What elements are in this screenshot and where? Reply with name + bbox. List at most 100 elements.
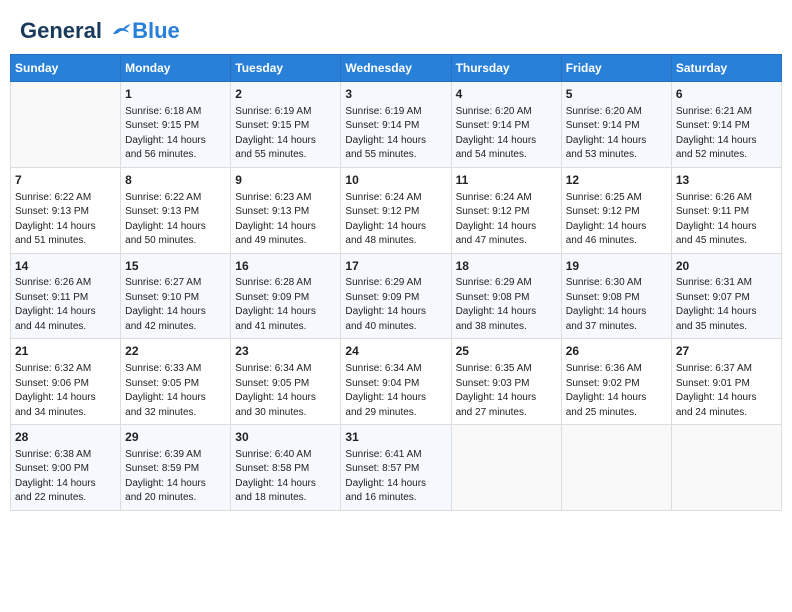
- logo-general: General: [20, 18, 132, 44]
- day-number: 29: [125, 429, 226, 446]
- calendar-cell: 15Sunrise: 6:27 AMSunset: 9:10 PMDayligh…: [121, 253, 231, 339]
- day-info: Sunrise: 6:25 AMSunset: 9:12 PMDaylight:…: [566, 191, 667, 249]
- day-number: 4: [456, 86, 557, 103]
- page-header: General Blue: [10, 10, 782, 48]
- day-info: Sunrise: 6:22 AMSunset: 9:13 PMDaylight:…: [15, 191, 116, 249]
- calendar-cell: 31 Sunrise: 6:41 AMSunset: 8:57 PMDayligh…: [341, 425, 451, 511]
- day-info: Sunrise: 6:38 AMSunset: 9:00 PMDaylight:…: [15, 448, 116, 506]
- calendar-cell: [561, 425, 671, 511]
- calendar-cell: 29 Sunrise: 6:39 AMSunset: 8:59 PMDayligh…: [121, 425, 231, 511]
- day-info: Sunrise: 6:26 AMSunset: 9:11 PMDaylight:…: [15, 276, 116, 334]
- calendar-cell: 14Sunrise: 6:26 AMSunset: 9:11 PMDayligh…: [11, 253, 121, 339]
- day-number: 7: [15, 172, 116, 189]
- weekday-header: Monday: [121, 55, 231, 82]
- calendar-cell: 8 Sunrise: 6:22 AMSunset: 9:13 PMDaylight…: [121, 167, 231, 253]
- day-info: Sunrise: 6:34 AMSunset: 9:05 PMDaylight:…: [235, 362, 336, 420]
- day-number: 6: [676, 86, 777, 103]
- calendar-cell: 4 Sunrise: 6:20 AMSunset: 9:14 PMDaylight…: [451, 82, 561, 168]
- calendar-cell: [11, 82, 121, 168]
- day-info: Sunrise: 6:18 AMSunset: 9:15 PMDaylight:…: [125, 105, 226, 163]
- day-number: 21: [15, 343, 116, 360]
- calendar-cell: 21 Sunrise: 6:32 AMSunset: 9:06 PMDayligh…: [11, 339, 121, 425]
- day-info: Sunrise: 6:20 AMSunset: 9:14 PMDaylight:…: [566, 105, 667, 163]
- day-number: 23: [235, 343, 336, 360]
- calendar-cell: 25 Sunrise: 6:35 AMSunset: 9:03 PMDayligh…: [451, 339, 561, 425]
- day-info: Sunrise: 6:39 AMSunset: 8:59 PMDaylight:…: [125, 448, 226, 506]
- calendar-cell: 16Sunrise: 6:28 AMSunset: 9:09 PMDayligh…: [231, 253, 341, 339]
- calendar-cell: 17Sunrise: 6:29 AMSunset: 9:09 PMDayligh…: [341, 253, 451, 339]
- weekday-header: Tuesday: [231, 55, 341, 82]
- day-info: Sunrise: 6:26 AMSunset: 9:11 PMDaylight:…: [676, 191, 777, 249]
- day-number: 16: [235, 258, 336, 275]
- day-number: 17: [345, 258, 446, 275]
- day-number: 26: [566, 343, 667, 360]
- day-number: 25: [456, 343, 557, 360]
- calendar-cell: 13 Sunrise: 6:26 AMSunset: 9:11 PMDayligh…: [671, 167, 781, 253]
- calendar-cell: 26 Sunrise: 6:36 AMSunset: 9:02 PMDayligh…: [561, 339, 671, 425]
- day-info: Sunrise: 6:30 AMSunset: 9:08 PMDaylight:…: [566, 276, 667, 334]
- calendar-cell: 12 Sunrise: 6:25 AMSunset: 9:12 PMDayligh…: [561, 167, 671, 253]
- calendar-body: 1 Sunrise: 6:18 AMSunset: 9:15 PMDaylight…: [11, 82, 782, 511]
- calendar-cell: 24 Sunrise: 6:34 AMSunset: 9:04 PMDayligh…: [341, 339, 451, 425]
- weekday-header: Wednesday: [341, 55, 451, 82]
- calendar-cell: [451, 425, 561, 511]
- calendar-cell: 10Sunrise: 6:24 AMSunset: 9:12 PMDayligh…: [341, 167, 451, 253]
- day-number: 22: [125, 343, 226, 360]
- day-info: Sunrise: 6:31 AMSunset: 9:07 PMDaylight:…: [676, 276, 777, 334]
- day-info: Sunrise: 6:40 AMSunset: 8:58 PMDaylight:…: [235, 448, 336, 506]
- day-info: Sunrise: 6:27 AMSunset: 9:10 PMDaylight:…: [125, 276, 226, 334]
- day-info: Sunrise: 6:21 AMSunset: 9:14 PMDaylight:…: [676, 105, 777, 163]
- calendar-cell: 30 Sunrise: 6:40 AMSunset: 8:58 PMDayligh…: [231, 425, 341, 511]
- calendar-cell: 23 Sunrise: 6:34 AMSunset: 9:05 PMDayligh…: [231, 339, 341, 425]
- calendar-cell: 19Sunrise: 6:30 AMSunset: 9:08 PMDayligh…: [561, 253, 671, 339]
- logo-bird-icon: [110, 20, 132, 38]
- weekday-header: Friday: [561, 55, 671, 82]
- day-number: 2: [235, 86, 336, 103]
- day-number: 19: [566, 258, 667, 275]
- calendar-cell: 22 Sunrise: 6:33 AMSunset: 9:05 PMDayligh…: [121, 339, 231, 425]
- calendar-cell: 11Sunrise: 6:24 AMSunset: 9:12 PMDayligh…: [451, 167, 561, 253]
- day-info: Sunrise: 6:22 AMSunset: 9:13 PMDaylight:…: [125, 191, 226, 249]
- logo-blue: Blue: [132, 18, 180, 44]
- day-info: Sunrise: 6:23 AMSunset: 9:13 PMDaylight:…: [235, 191, 336, 249]
- day-info: Sunrise: 6:33 AMSunset: 9:05 PMDaylight:…: [125, 362, 226, 420]
- calendar-cell: 20Sunrise: 6:31 AMSunset: 9:07 PMDayligh…: [671, 253, 781, 339]
- day-info: Sunrise: 6:20 AMSunset: 9:14 PMDaylight:…: [456, 105, 557, 163]
- calendar-cell: 2 Sunrise: 6:19 AMSunset: 9:15 PMDaylight…: [231, 82, 341, 168]
- calendar-cell: 5 Sunrise: 6:20 AMSunset: 9:14 PMDaylight…: [561, 82, 671, 168]
- calendar-cell: 18Sunrise: 6:29 AMSunset: 9:08 PMDayligh…: [451, 253, 561, 339]
- weekday-header: Thursday: [451, 55, 561, 82]
- day-number: 31: [345, 429, 446, 446]
- day-number: 8: [125, 172, 226, 189]
- weekday-header: Sunday: [11, 55, 121, 82]
- calendar-cell: [671, 425, 781, 511]
- calendar-cell: 6 Sunrise: 6:21 AMSunset: 9:14 PMDaylight…: [671, 82, 781, 168]
- day-info: Sunrise: 6:35 AMSunset: 9:03 PMDaylight:…: [456, 362, 557, 420]
- day-number: 9: [235, 172, 336, 189]
- day-info: Sunrise: 6:19 AMSunset: 9:15 PMDaylight:…: [235, 105, 336, 163]
- calendar-table: SundayMondayTuesdayWednesdayThursdayFrid…: [10, 54, 782, 511]
- day-number: 13: [676, 172, 777, 189]
- day-number: 10: [345, 172, 446, 189]
- day-info: Sunrise: 6:41 AMSunset: 8:57 PMDaylight:…: [345, 448, 446, 506]
- day-number: 30: [235, 429, 336, 446]
- day-number: 20: [676, 258, 777, 275]
- day-number: 12: [566, 172, 667, 189]
- day-info: Sunrise: 6:34 AMSunset: 9:04 PMDaylight:…: [345, 362, 446, 420]
- day-info: Sunrise: 6:32 AMSunset: 9:06 PMDaylight:…: [15, 362, 116, 420]
- logo: General Blue: [20, 18, 180, 44]
- calendar-cell: 7 Sunrise: 6:22 AMSunset: 9:13 PMDaylight…: [11, 167, 121, 253]
- day-number: 5: [566, 86, 667, 103]
- calendar-cell: 27Sunrise: 6:37 AMSunset: 9:01 PMDayligh…: [671, 339, 781, 425]
- calendar-cell: 3Sunrise: 6:19 AMSunset: 9:14 PMDaylight…: [341, 82, 451, 168]
- day-info: Sunrise: 6:19 AMSunset: 9:14 PMDaylight:…: [345, 105, 446, 163]
- day-number: 28: [15, 429, 116, 446]
- calendar-cell: 28 Sunrise: 6:38 AMSunset: 9:00 PMDayligh…: [11, 425, 121, 511]
- day-info: Sunrise: 6:37 AMSunset: 9:01 PMDaylight:…: [676, 362, 777, 420]
- day-info: Sunrise: 6:36 AMSunset: 9:02 PMDaylight:…: [566, 362, 667, 420]
- weekday-header: Saturday: [671, 55, 781, 82]
- calendar-header: SundayMondayTuesdayWednesdayThursdayFrid…: [11, 55, 782, 82]
- day-number: 24: [345, 343, 446, 360]
- day-number: 1: [125, 86, 226, 103]
- calendar-cell: 9 Sunrise: 6:23 AMSunset: 9:13 PMDaylight…: [231, 167, 341, 253]
